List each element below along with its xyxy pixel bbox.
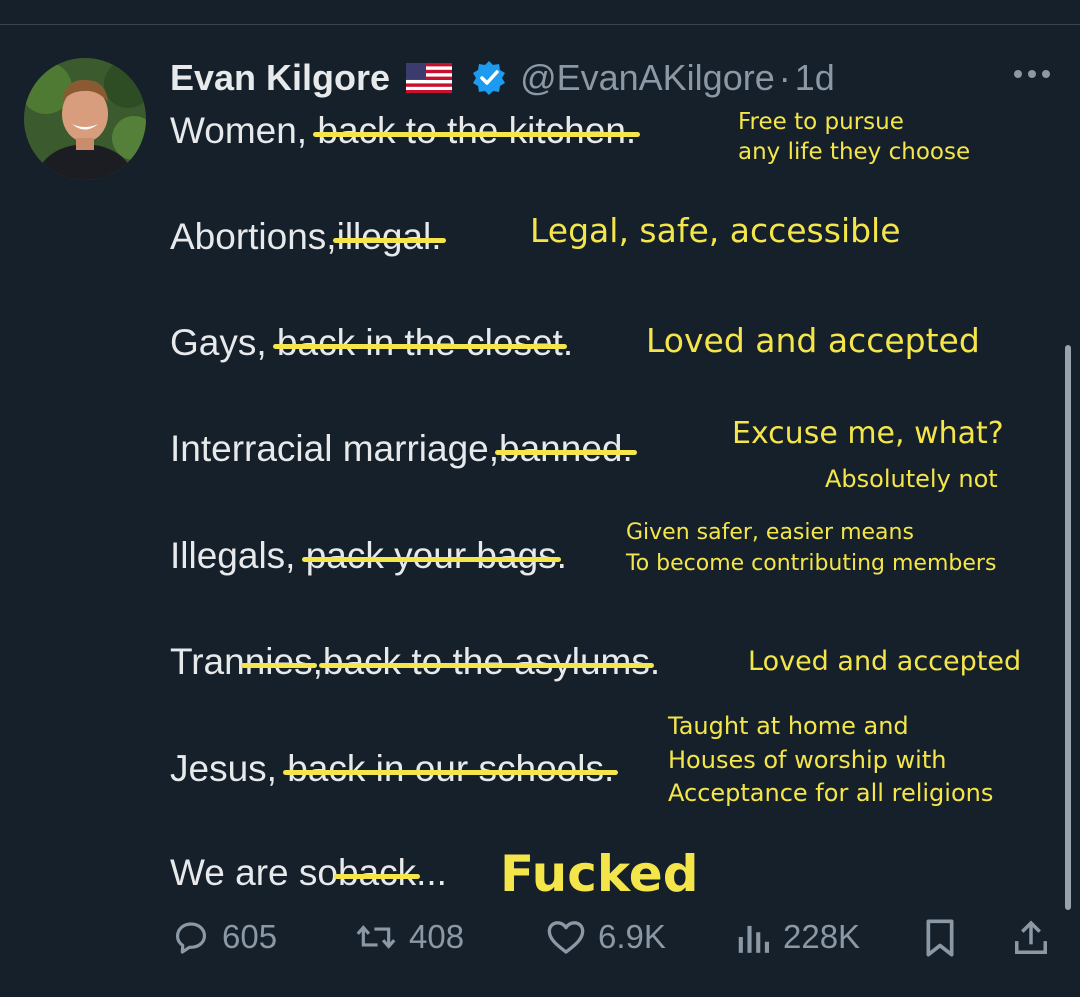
share-icon: [1015, 920, 1047, 954]
annotation-line: Taught at home and: [668, 712, 909, 740]
annotation-line: To become contributing members: [626, 550, 997, 576]
tweet-line-illegals: Illegals, pack your bags.: [170, 535, 567, 577]
separator: ·: [778, 57, 791, 98]
tweet-line-trannies: Trannies,back to the asylums.: [170, 641, 660, 683]
struck-text: banned.: [499, 428, 633, 469]
bookmark-icon: [926, 919, 954, 957]
struck-text: pack your bags: [305, 535, 557, 576]
line-text: .: [649, 641, 661, 682]
annotation-gays: Loved and accepted: [646, 321, 980, 360]
struck-text: back in the closet: [276, 322, 563, 363]
share-button[interactable]: [1012, 918, 1062, 958]
heart-icon: [547, 921, 585, 954]
annotation-abortions: Legal, safe, accessible: [530, 211, 901, 250]
tweet-line-jesus: Jesus, back in our schools.: [170, 748, 614, 790]
tweet-line-final: We are soback...: [170, 852, 447, 894]
tweet-line-interracial: Interracial marriage,banned.: [170, 428, 633, 470]
action-bar: 605 408 6.9K 228K: [0, 918, 1080, 974]
scrollbar[interactable]: [1065, 345, 1071, 910]
reply-count: 605: [222, 918, 278, 955]
annotation-line: Free to pursue: [738, 109, 904, 135]
annotation-line: any life they choose: [738, 138, 971, 165]
retweet-icon: [356, 925, 396, 949]
tweet-line-gays: Gays, back in the closet.: [170, 322, 573, 364]
reply-icon: [175, 922, 207, 954]
us-flag-icon: [406, 63, 453, 93]
struck-text: back in our schools.: [287, 748, 615, 789]
annotation-final: Fucked: [500, 845, 699, 903]
like-count: 6.9K: [598, 918, 666, 955]
struck-text: back: [337, 852, 417, 893]
avatar[interactable]: [24, 58, 146, 180]
line-text: .: [556, 535, 567, 576]
line-text: We are so: [170, 852, 338, 893]
annotation-illegals: Given safer, easier means To become cont…: [626, 518, 996, 580]
retweet-count: 408: [409, 918, 465, 955]
annotation-jesus: Taught at home and Houses of worship wit…: [668, 710, 993, 811]
retweet-button[interactable]: 408: [355, 918, 464, 956]
like-button[interactable]: 6.9K: [546, 918, 666, 956]
annotation-women: Free to pursue any life they choose: [738, 108, 970, 168]
avatar-photo: [24, 58, 146, 180]
more-icon[interactable]: [1010, 62, 1054, 86]
verified-badge-icon[interactable]: [470, 59, 508, 97]
annotation-line: Houses of worship with: [668, 745, 947, 774]
line-text: Jesus,: [170, 748, 277, 789]
tweet-line-women: Women, back to the kitchen.: [170, 110, 636, 152]
annotation-line: Given safer, easier means: [626, 520, 914, 545]
reply-button[interactable]: 605: [172, 918, 277, 956]
annotation-trannies: Loved and accepted: [748, 646, 1022, 677]
line-text: Women,: [170, 110, 308, 151]
view-count: 228K: [783, 918, 861, 955]
line-text: Gays,: [170, 322, 267, 363]
struck-text: illegal.: [336, 216, 442, 257]
annotation-interracial-2: Absolutely not: [825, 465, 998, 493]
tweet-header: Evan Kilgore @EvanAKilgore · 1d: [170, 50, 835, 106]
line-text: Illegals,: [170, 535, 296, 576]
bookmark-button[interactable]: [922, 918, 970, 958]
tweet-line-abortions: Abortions,illegal.: [170, 216, 442, 258]
views-button[interactable]: 228K: [735, 918, 860, 956]
struck-text: nies: [244, 641, 313, 682]
line-text: Tran: [170, 641, 245, 682]
line-text: Abortions,: [170, 216, 337, 257]
handle[interactable]: @EvanAKilgore: [520, 57, 775, 99]
views-icon: [738, 925, 769, 953]
annotation-line: Acceptance for all religions: [668, 779, 994, 808]
struck-text: back to the asylums: [322, 641, 650, 682]
top-divider: [0, 24, 1080, 25]
annotation-interracial-1: Excuse me, what?: [732, 416, 1004, 451]
line-text: ...: [416, 852, 447, 893]
display-name[interactable]: Evan Kilgore: [170, 57, 390, 99]
line-text: ,: [312, 641, 323, 682]
timestamp[interactable]: 1d: [795, 57, 835, 99]
struck-text: back to the kitchen.: [317, 110, 637, 151]
line-text: Interracial marriage,: [170, 428, 500, 469]
line-text: .: [562, 322, 574, 363]
